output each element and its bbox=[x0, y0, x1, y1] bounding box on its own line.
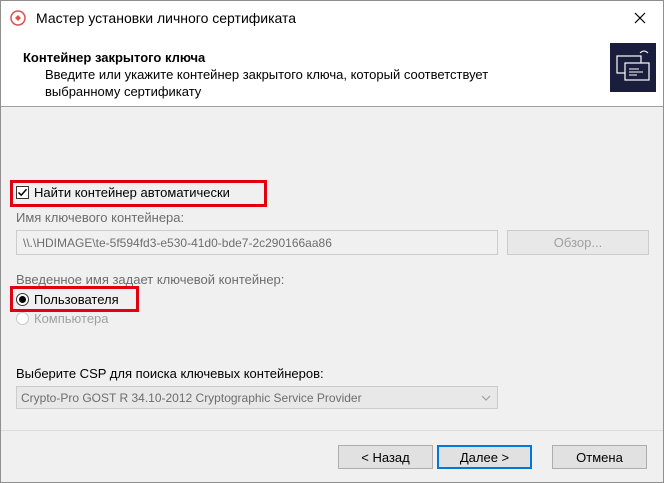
user-radio[interactable] bbox=[16, 293, 29, 306]
wizard-header: Контейнер закрытого ключа Введите или ук… bbox=[1, 35, 663, 107]
back-button[interactable]: < Назад bbox=[338, 445, 433, 469]
cryptopro-app-icon bbox=[10, 10, 26, 26]
header-title: Контейнер закрытого ключа bbox=[23, 50, 206, 65]
title-bar: Мастер установки личного сертификата bbox=[1, 1, 663, 35]
computer-radio-label: Компьютера bbox=[34, 311, 109, 326]
close-icon bbox=[634, 12, 646, 24]
next-button[interactable]: Далее > bbox=[437, 445, 532, 469]
window-title: Мастер установки личного сертификата bbox=[36, 10, 297, 26]
csp-selected-value: Crypto-Pro GOST R 34.10-2012 Cryptograph… bbox=[21, 391, 362, 405]
chevron-down-icon bbox=[481, 395, 491, 401]
auto-find-label: Найти контейнер автоматически bbox=[34, 185, 230, 200]
radio-selected-dot bbox=[19, 296, 26, 303]
header-description: Введите или укажите контейнер закрытого … bbox=[45, 67, 489, 99]
radio-row-computer[interactable]: Компьютера bbox=[16, 311, 109, 326]
auto-find-checkbox-row[interactable]: Найти контейнер автоматически bbox=[16, 185, 230, 200]
computer-radio[interactable] bbox=[16, 312, 29, 325]
close-button[interactable] bbox=[617, 1, 663, 35]
container-name-label: Имя ключевого контейнера: bbox=[16, 210, 185, 225]
cancel-button[interactable]: Отмена bbox=[552, 445, 647, 469]
container-name-field[interactable]: \\.\HDIMAGE\te-5f594fd3-e530-41d0-bde7-2… bbox=[16, 230, 498, 255]
user-radio-label: Пользователя bbox=[34, 292, 119, 307]
wizard-window: Мастер установки личного сертификата Кон… bbox=[0, 0, 664, 483]
csp-label: Выберите CSP для поиска ключевых контейн… bbox=[16, 366, 324, 381]
radio-row-user[interactable]: Пользователя bbox=[16, 292, 119, 307]
csp-select[interactable]: Crypto-Pro GOST R 34.10-2012 Cryptograph… bbox=[16, 386, 498, 409]
auto-find-checkbox[interactable] bbox=[16, 186, 29, 199]
checkmark-icon bbox=[17, 188, 28, 197]
browse-button[interactable]: Обзор... bbox=[507, 230, 649, 255]
footer-separator bbox=[1, 430, 663, 431]
certificate-banner-icon bbox=[610, 43, 656, 92]
owner-group-label: Введенное имя задает ключевой контейнер: bbox=[16, 272, 285, 287]
